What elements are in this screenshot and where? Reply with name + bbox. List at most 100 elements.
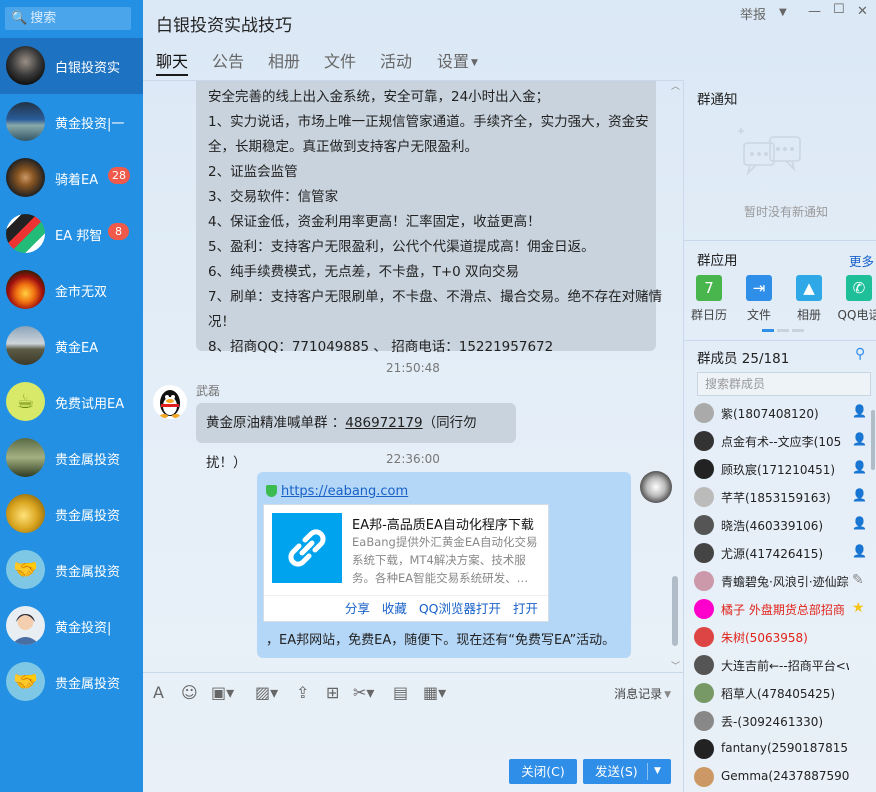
my-avatar[interactable] [640, 471, 672, 503]
member-name: 芊芊(1853159163) [721, 491, 831, 505]
pager-dot-active[interactable] [762, 329, 774, 332]
tab-files[interactable]: 文件 [324, 48, 356, 72]
scroll-down-icon[interactable]: ﹀ [671, 659, 680, 672]
member-avatar [694, 683, 714, 703]
conversation-item[interactable]: 贵金属投资 [0, 430, 143, 486]
member-avatar [694, 655, 714, 675]
maximize-icon[interactable]: ☐ [833, 2, 845, 17]
close-icon[interactable]: ✕ [857, 4, 868, 19]
conversation-item[interactable]: 黄金EA [0, 318, 143, 374]
conversation-item[interactable]: 金市无双 [0, 262, 143, 318]
my-message-bubble: https://eabang.com EA邦-高品质EA自动化程序下载 EaBa… [257, 472, 631, 658]
tab-announcement[interactable]: 公告 [212, 48, 244, 72]
favorite-button[interactable]: 收藏 [382, 601, 407, 616]
open-button[interactable]: 打开 [513, 601, 538, 616]
close-button[interactable]: 关闭(C) [509, 759, 577, 784]
conversation-item[interactable]: 白银投资实 [0, 38, 143, 94]
tab-album[interactable]: 相册 [268, 48, 300, 72]
scroll-up-icon[interactable]: ︿ [671, 81, 680, 92]
member-item[interactable]: 紫(1807408120) 👤 [694, 400, 874, 426]
app-calendar[interactable]: 7 群日历 [684, 275, 734, 323]
font-icon[interactable]: A [153, 683, 164, 702]
person-icon: 👤 [852, 516, 867, 530]
group-number-link[interactable]: 486972179 [345, 415, 422, 431]
app-upload[interactable]: ⇥ 文件 [734, 275, 784, 323]
gif-icon[interactable]: ▣▾ [211, 683, 234, 702]
conversation-name: 金市无双 [55, 285, 108, 300]
member-item[interactable]: 顾玖宸(171210451) 👤 [694, 456, 874, 482]
group-title: 白银投资实战技巧 [156, 16, 292, 36]
member-item[interactable]: 朱树(5063958) [694, 624, 874, 650]
report-link[interactable]: 举报 [740, 4, 766, 23]
message-history-button[interactable]: 消息记录 ▼ [614, 685, 671, 702]
conversation-item[interactable]: 黄金投资| [0, 598, 143, 654]
qq-penguin-avatar[interactable] [153, 385, 187, 419]
member-item[interactable]: 大连吉前←--招商平台<wujia [694, 652, 874, 678]
group-info-panel: 群通知 暂时没有新通知 群应用 更多 7 群日历 ⇥ 文件 ▲ 相册 ✆ QQ电话 群成员 2… [683, 80, 876, 792]
pager-dot[interactable] [792, 329, 804, 332]
send-options-icon[interactable]: ▼ [654, 759, 661, 784]
member-item[interactable]: 点金有术--文应李(105 👤 [694, 428, 874, 454]
notice-line: 6、纯手续费模式，无点差，不卡盘，T+0 双向交易 [208, 264, 520, 280]
open-in-browser-button[interactable]: QQ浏览器打开 [419, 601, 501, 616]
image-icon[interactable]: ▨▾ [255, 683, 278, 702]
member-item[interactable]: 稻草人(478405425) [694, 680, 874, 706]
conversation-item[interactable]: 🤝 贵金属投资 [0, 542, 143, 598]
tab-chat[interactable]: 聊天 [156, 48, 189, 76]
member-search-icon[interactable]: ⚲ [855, 346, 865, 362]
message-area[interactable]: 安全完善的线上出入金系统，安全可靠，24小时出入金； 1、实力说话，市场上唯一正规… [143, 80, 683, 672]
caret-down-icon: ▼ [664, 689, 671, 700]
member-avatar [694, 459, 714, 479]
member-name: 晓浩(460339106) [721, 519, 824, 533]
conversation-item[interactable]: 黄金投资|一 [0, 94, 143, 150]
more-tools-icon[interactable]: ▦▾ [423, 683, 446, 702]
conversation-item[interactable]: 🤝 贵金属投资 [0, 654, 143, 710]
group-avatar [6, 102, 45, 141]
conversation-item[interactable]: EA 邦智 8 [0, 206, 143, 262]
person-icon: 👤 [852, 460, 867, 474]
share-button[interactable]: 分享 [345, 601, 370, 616]
minimize-icon[interactable]: — [808, 4, 821, 19]
member-item[interactable]: 尤源(417426415) 👤 [694, 540, 874, 566]
app-phone[interactable]: ✆ QQ电话 [834, 275, 876, 323]
calendar-icon: 7 [696, 275, 722, 301]
member-item[interactable]: 晓浩(460339106) 👤 [694, 512, 874, 538]
conversation-name: 黄金投资| [55, 621, 112, 636]
member-item[interactable]: 芊芊(1853159163) 👤 [694, 484, 874, 510]
member-item[interactable]: fantany(2590187815) [694, 736, 874, 762]
member-name: 稻草人(478405425) [721, 687, 836, 701]
members-scrollbar[interactable] [871, 410, 875, 470]
member-search-input[interactable]: 搜索群成员 [697, 372, 871, 396]
member-name: 青蟾碧兔·风浪引·迹仙踪 [721, 575, 849, 589]
upload-icon: ⇥ [746, 275, 772, 301]
scrollbar-thumb[interactable] [672, 576, 678, 646]
pager-dot[interactable] [777, 329, 789, 332]
member-item[interactable]: 丢-(3092461330) [694, 708, 874, 734]
more-apps-link[interactable]: 更多 [849, 251, 874, 270]
edit-icon: ✎ [852, 572, 864, 588]
member-item[interactable]: 青蟾碧兔·风浪引·迹仙踪 ✎ [694, 568, 874, 594]
scissors-icon[interactable]: ✂▾ [353, 683, 374, 702]
member-avatar [694, 487, 714, 507]
member-item[interactable]: 橘子 外盘期货总部招商 ★ [694, 596, 874, 622]
document-icon[interactable]: ▤ [393, 683, 408, 702]
app-picture[interactable]: ▲ 相册 [784, 275, 834, 323]
url-link[interactable]: https://eabang.com [266, 484, 408, 499]
chat-scrollbar[interactable]: ︿ ﹀ [669, 81, 681, 672]
upload-icon[interactable]: ⇪ [296, 683, 309, 702]
link-preview-card[interactable]: EA邦-高品质EA自动化程序下载 EaBang提供外汇黄金EA自动化交易系统下载… [263, 504, 549, 622]
gift-icon[interactable]: ⊞ [326, 683, 339, 702]
tab-activity[interactable]: 活动 [380, 48, 412, 72]
picture-icon: ▲ [796, 275, 822, 301]
conversation-item[interactable]: 骑着EA 28 [0, 150, 143, 206]
card-actions: 分享 收藏 QQ浏览器打开 打开 [264, 595, 548, 622]
dropdown-icon[interactable]: ▼ [779, 7, 787, 18]
emoji-icon[interactable]: ☺ [181, 683, 198, 702]
tab-settings[interactable]: 设置 ▼ [437, 48, 478, 72]
conversation-item[interactable]: 贵金属投资 [0, 486, 143, 542]
conversation-item[interactable]: ☕ 免费试用EA [0, 374, 143, 430]
input-toolbar: A ☺ ▣▾ ▨▾ ⇪ ⊞ ✂▾ ▤ ▦▾ 消息记录 ▼ [143, 672, 683, 712]
member-item[interactable]: Gemma(2437887590) [694, 764, 874, 790]
sidebar-search[interactable]: 🔍 搜索 [5, 7, 131, 30]
send-button[interactable]: 发送(S) ▼ [583, 759, 671, 784]
